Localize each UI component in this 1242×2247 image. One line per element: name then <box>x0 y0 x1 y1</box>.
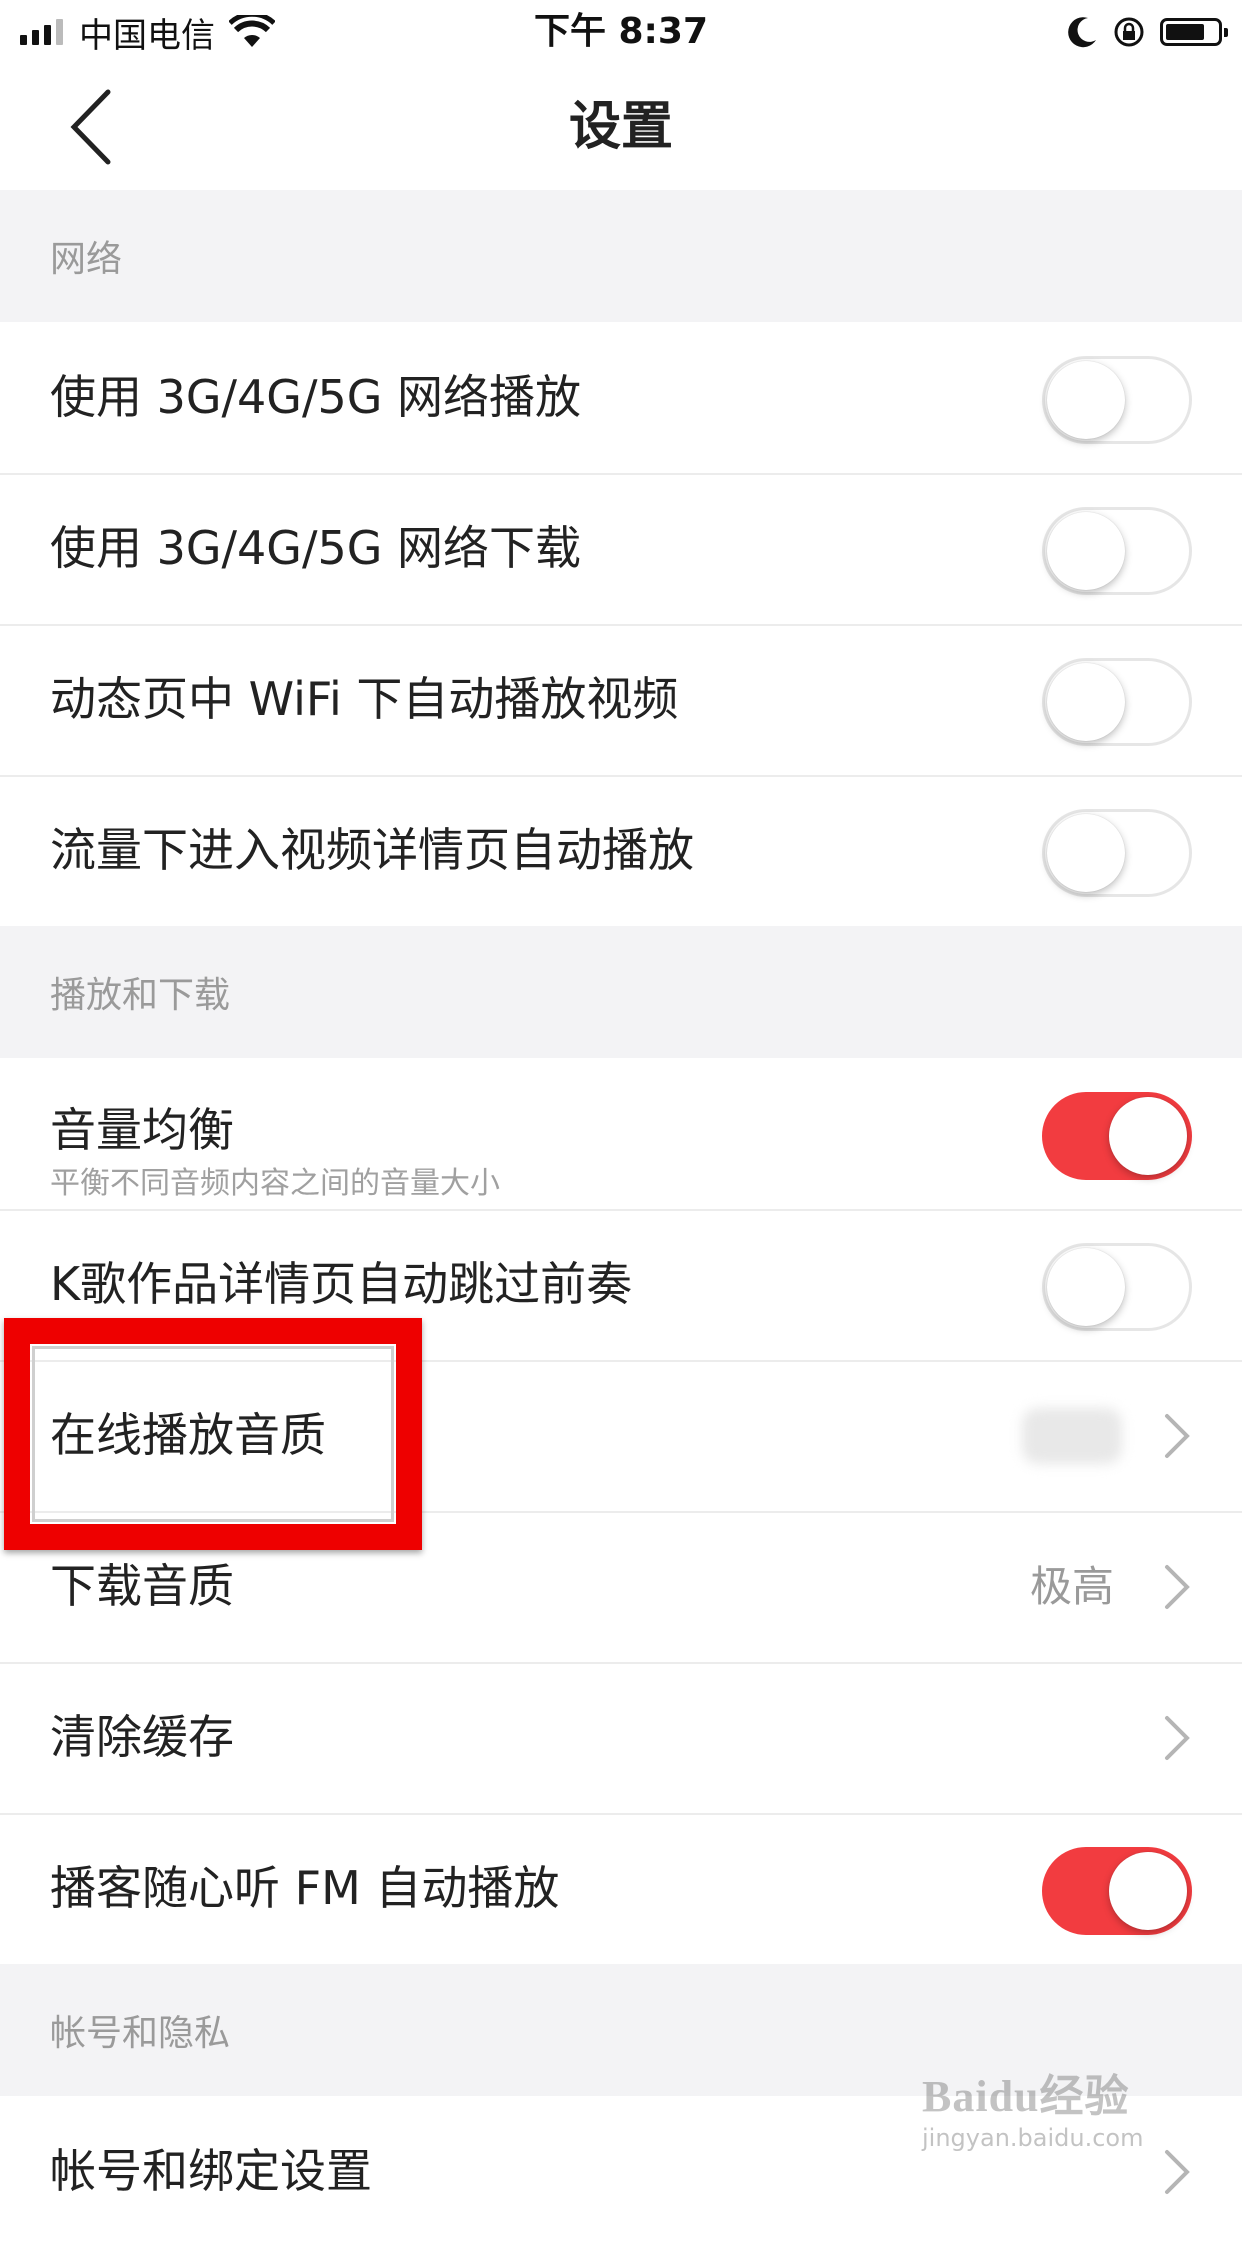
section-header-playback: 播放和下载 <box>0 926 1242 1058</box>
moon-icon <box>1068 17 1096 48</box>
row-label: 流量下进入视频详情页自动播放 <box>50 823 694 877</box>
settings-list: 网络 使用 3G/4G/5G 网络播放 使用 3G/4G/5G 网络下载 动态页… <box>0 190 1242 2247</box>
toggle-switch[interactable] <box>1042 507 1192 595</box>
watermark: Baidu经验 jingyan.baidu.com <box>922 2060 1182 2180</box>
chevron-right-icon <box>1165 1716 1190 1760</box>
status-bar: 中国电信 下午 8:37 <box>0 0 1242 64</box>
row-volume-balance[interactable]: 音量均衡 平衡不同音频内容之间的音量大小 <box>0 1058 1242 1209</box>
highlight-annotation-box <box>4 1318 422 1550</box>
toggle-switch[interactable] <box>1042 1092 1192 1180</box>
row-network-download[interactable]: 使用 3G/4G/5G 网络下载 <box>0 473 1242 624</box>
toggle-switch[interactable] <box>1042 809 1192 897</box>
row-label: 帐号和绑定设置 <box>50 2144 372 2198</box>
toggle-switch[interactable] <box>1042 1847 1192 1935</box>
row-wifi-autoplay-video[interactable]: 动态页中 WiFi 下自动播放视频 <box>0 624 1242 775</box>
row-value: 极高 <box>1029 1562 1114 1611</box>
row-label: 播客随心听 FM 自动播放 <box>50 1861 560 1915</box>
nav-bar: 设置 <box>0 64 1242 190</box>
row-network-play[interactable]: 使用 3G/4G/5G 网络播放 <box>0 322 1242 473</box>
blurred-value <box>1022 1408 1122 1464</box>
page-title: 设置 <box>568 97 673 157</box>
chevron-right-icon <box>1165 1414 1190 1458</box>
watermark-logo: Baidu经验 <box>922 2072 1130 2121</box>
row-label: 使用 3G/4G/5G 网络下载 <box>50 521 581 575</box>
watermark-url: jingyan.baidu.com <box>922 2124 1144 2152</box>
row-label: 音量均衡 <box>50 1103 234 1157</box>
toggle-switch[interactable] <box>1042 1243 1192 1331</box>
row-podcast-fm-autoplay[interactable]: 播客随心听 FM 自动播放 <box>0 1813 1242 1964</box>
rotation-lock-icon <box>1114 17 1144 47</box>
status-right <box>1068 10 1228 54</box>
row-cellular-video-autoplay[interactable]: 流量下进入视频详情页自动播放 <box>0 775 1242 926</box>
chevron-right-icon <box>1165 1565 1190 1609</box>
toggle-switch[interactable] <box>1042 658 1192 746</box>
battery-icon <box>1160 18 1228 46</box>
row-label: 使用 3G/4G/5G 网络播放 <box>50 370 581 424</box>
section-header-network: 网络 <box>0 190 1242 322</box>
row-label: 清除缓存 <box>50 1710 234 1764</box>
toggle-switch[interactable] <box>1042 356 1192 444</box>
row-clear-cache[interactable]: 清除缓存 <box>0 1662 1242 1813</box>
row-label: 动态页中 WiFi 下自动播放视频 <box>50 672 679 726</box>
row-sublabel: 平衡不同音频内容之间的音量大小 <box>50 1166 500 1201</box>
status-time: 下午 8:37 <box>533 11 709 52</box>
